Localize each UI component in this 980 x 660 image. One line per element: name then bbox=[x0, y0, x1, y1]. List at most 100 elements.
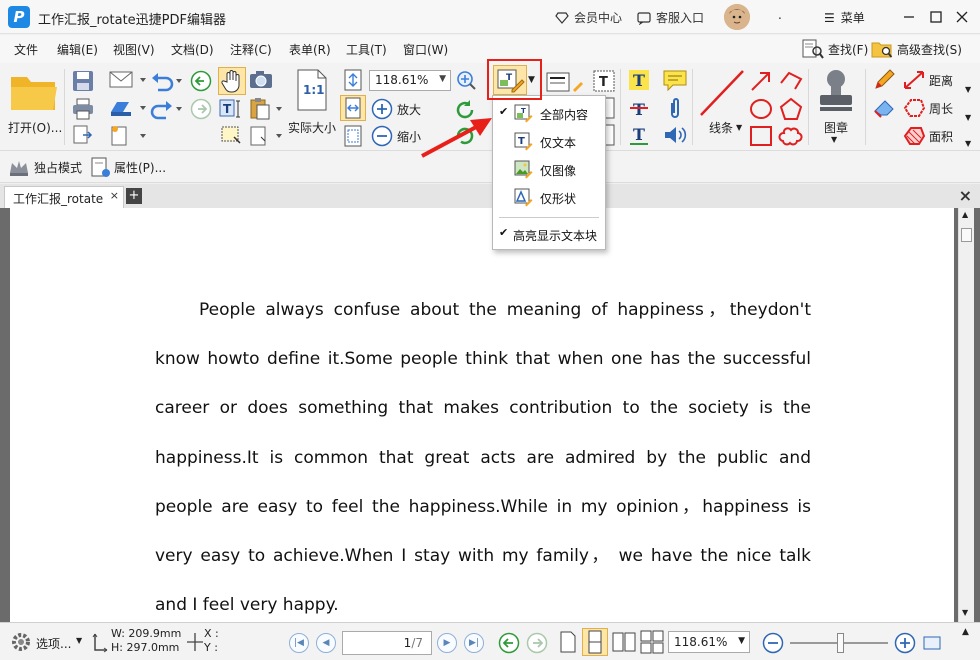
area-label[interactable]: 面积 bbox=[929, 128, 953, 145]
continuous-page-button[interactable] bbox=[582, 628, 608, 656]
properties-button[interactable]: 属性(P)... bbox=[114, 159, 166, 176]
fit-visible-icon[interactable] bbox=[341, 124, 365, 148]
facing-pages-icon[interactable] bbox=[611, 630, 637, 654]
print-icon[interactable] bbox=[71, 98, 95, 120]
stamp-icon[interactable] bbox=[816, 67, 856, 117]
new-document-icon[interactable] bbox=[108, 125, 148, 147]
fit-width-button[interactable] bbox=[340, 95, 366, 121]
polygon-tool-icon[interactable] bbox=[778, 97, 804, 121]
typewriter-icon[interactable]: T bbox=[592, 69, 616, 93]
perimeter-icon[interactable] bbox=[902, 97, 926, 119]
scroll-down-icon[interactable]: ▼ bbox=[962, 608, 968, 617]
full-screen-icon[interactable] bbox=[922, 633, 942, 653]
back-icon[interactable] bbox=[190, 70, 212, 92]
text-select-icon[interactable]: T bbox=[218, 97, 246, 121]
new-tab-button[interactable]: + bbox=[126, 188, 142, 204]
find-button[interactable]: 查找(F) bbox=[802, 39, 868, 59]
maximize-icon[interactable] bbox=[927, 8, 945, 26]
options-dropdown-icon[interactable]: ▼ bbox=[76, 636, 82, 645]
area-icon[interactable] bbox=[902, 125, 926, 147]
toolbar-overflow-icon[interactable]: ▼ bbox=[965, 113, 971, 122]
options-button[interactable]: 选项... bbox=[36, 635, 71, 652]
minimize-icon[interactable] bbox=[900, 8, 918, 26]
ellipse-tool-icon[interactable] bbox=[749, 97, 773, 121]
actual-size-label[interactable]: 实际大小 bbox=[288, 119, 336, 136]
hand-tool-button[interactable] bbox=[218, 67, 246, 95]
menu-comment[interactable]: 注释(C) bbox=[230, 41, 272, 58]
distance-label[interactable]: 距离 bbox=[929, 72, 953, 89]
service-link[interactable]: 客服入口 bbox=[637, 9, 704, 26]
menu-document[interactable]: 文档(D) bbox=[171, 41, 214, 58]
open-label[interactable]: 打开(O)... bbox=[8, 119, 62, 136]
menu-edit[interactable]: 编辑(E) bbox=[57, 41, 98, 58]
polyline-tool-icon[interactable] bbox=[778, 69, 804, 93]
continuous-facing-icon[interactable] bbox=[639, 630, 665, 654]
menu-tools[interactable]: 工具(T) bbox=[346, 41, 387, 58]
email-icon[interactable] bbox=[108, 69, 148, 91]
menu-form[interactable]: 表单(R) bbox=[289, 41, 331, 58]
single-page-icon[interactable] bbox=[558, 630, 578, 654]
save-icon[interactable] bbox=[71, 70, 95, 92]
zoom-in-magnifier-icon[interactable] bbox=[456, 70, 482, 92]
underline-text-icon[interactable]: T bbox=[627, 123, 651, 147]
exclusive-mode-button[interactable]: 独占模式 bbox=[34, 159, 82, 176]
toolbar-overflow-icon[interactable]: ▼ bbox=[965, 85, 971, 94]
line-dropdown-icon[interactable]: ▼ bbox=[736, 123, 742, 132]
close-window-icon[interactable] bbox=[953, 8, 971, 26]
stamp-label[interactable]: 图章 bbox=[824, 119, 848, 136]
paste-icon[interactable] bbox=[248, 97, 284, 121]
line-label[interactable]: 线条 bbox=[709, 119, 733, 136]
go-forward-icon[interactable] bbox=[526, 632, 548, 654]
cloud-tool-icon[interactable] bbox=[778, 125, 804, 147]
menu-view[interactable]: 视图(V) bbox=[113, 41, 155, 58]
zoom-in-icon[interactable] bbox=[371, 98, 393, 120]
page-number-input[interactable]: 1/7 bbox=[342, 631, 432, 655]
vertical-scrollbar[interactable]: ▲ ▼ bbox=[958, 208, 974, 622]
pdf-page[interactable]: People always confuse about the meaning … bbox=[10, 208, 954, 622]
zoom-slider-thumb[interactable] bbox=[837, 633, 844, 653]
first-page-button[interactable]: |◀ bbox=[289, 633, 309, 653]
next-page-button[interactable]: ▶ bbox=[437, 633, 457, 653]
camera-icon[interactable] bbox=[248, 69, 274, 91]
attachment-icon[interactable] bbox=[664, 96, 686, 120]
open-folder-icon[interactable] bbox=[8, 71, 60, 113]
document-viewport[interactable]: People always confuse about the meaning … bbox=[0, 208, 980, 622]
fit-page-icon[interactable] bbox=[341, 68, 365, 92]
menu-item-highlight-text-blocks[interactable]: ✔ 高亮显示文本块 bbox=[493, 221, 605, 247]
undo-icon[interactable] bbox=[150, 70, 184, 92]
advanced-find-button[interactable]: 高级查找(S) bbox=[871, 39, 962, 59]
forward-icon[interactable] bbox=[190, 98, 212, 120]
resize-grip-icon[interactable]: ▲ bbox=[962, 627, 969, 637]
go-back-icon[interactable] bbox=[498, 632, 520, 654]
close-document-icon[interactable]: × bbox=[959, 186, 972, 205]
line-tool-icon[interactable] bbox=[698, 68, 746, 118]
scan-icon[interactable] bbox=[108, 97, 148, 119]
toolbar-overflow-icon[interactable]: ▼ bbox=[965, 139, 971, 148]
menu-item-image-only[interactable]: 仅图像 bbox=[493, 156, 605, 182]
distance-icon[interactable] bbox=[902, 69, 926, 91]
snapshot-select-icon[interactable] bbox=[218, 123, 244, 147]
export-icon[interactable] bbox=[71, 125, 95, 145]
redo-icon[interactable] bbox=[150, 98, 184, 120]
options-gear-icon[interactable] bbox=[10, 631, 32, 653]
main-menu-button[interactable]: ☰ 菜单 bbox=[824, 9, 865, 26]
menu-window[interactable]: 窗口(W) bbox=[403, 41, 448, 58]
close-tab-icon[interactable]: × bbox=[110, 189, 119, 202]
menu-item-shape-only[interactable]: 仅形状 bbox=[493, 184, 605, 210]
status-zoom-select[interactable]: 118.61% ▼ bbox=[668, 631, 750, 653]
eraser-icon[interactable] bbox=[872, 96, 896, 120]
strikeout-text-icon[interactable]: T bbox=[627, 96, 651, 120]
menu-item-all-content[interactable]: ✔ T 全部内容 bbox=[493, 100, 605, 126]
last-page-button[interactable]: ▶| bbox=[464, 633, 484, 653]
menu-item-text-only[interactable]: T 仅文本 bbox=[493, 128, 605, 154]
member-center-link[interactable]: 会员中心 bbox=[555, 9, 622, 26]
zoom-select[interactable]: 118.61% ▼ bbox=[369, 70, 451, 91]
menu-file[interactable]: 文件 bbox=[14, 41, 38, 58]
pencil-icon[interactable] bbox=[872, 68, 896, 92]
perimeter-label[interactable]: 周长 bbox=[929, 100, 953, 117]
page-properties-icon[interactable] bbox=[248, 125, 284, 147]
note-icon[interactable] bbox=[661, 68, 689, 92]
arrow-tool-icon[interactable] bbox=[749, 69, 773, 93]
edit-text-icon[interactable] bbox=[545, 70, 585, 94]
scroll-up-icon[interactable]: ▲ bbox=[962, 210, 968, 219]
